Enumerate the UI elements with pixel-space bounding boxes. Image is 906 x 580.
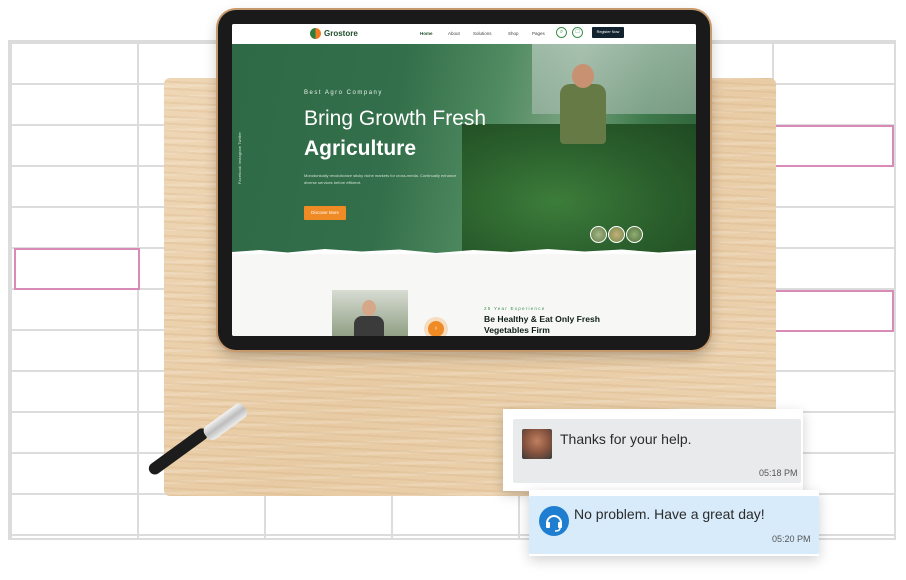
outgoing-bubble: No problem. Have a great day! 05:20 PM [529, 496, 819, 554]
discover-more-button[interactable]: Discover More [304, 206, 346, 220]
leaf-logo-icon [310, 28, 321, 39]
nav-item-home[interactable]: Home [420, 31, 433, 36]
person-figure [354, 316, 384, 336]
logo-text: Grostore [324, 29, 358, 38]
farmer-head [572, 64, 594, 88]
nav-item-shop[interactable]: Shop [508, 31, 519, 36]
person-face [362, 300, 376, 316]
social-links[interactable]: Facebook Instagram Twitter [238, 132, 242, 184]
nav-item-about[interactable]: About [448, 31, 460, 36]
hero-title-line1: Bring Growth Fresh [304, 107, 487, 130]
experience-label: 25 Year Experience [484, 306, 546, 311]
incoming-message-time: 05:18 PM [759, 468, 798, 478]
highlighted-cell [770, 290, 894, 332]
headset-icon [546, 515, 562, 532]
farmer-figure [560, 84, 606, 144]
chat-message-outgoing: No problem. Have a great day! 05:20 PM [529, 490, 819, 556]
search-icon[interactable]: ⌕ [556, 27, 567, 38]
cart-icon[interactable]: □ [572, 27, 583, 38]
hero-title-line2: Agriculture [304, 137, 417, 160]
site-logo[interactable]: Grostore [310, 28, 358, 39]
hero-eyebrow: Best Agro Company [304, 90, 383, 96]
hero-description: Monotonically revolutionize sticky niche… [304, 173, 457, 185]
play-video-button[interactable]: › [428, 321, 444, 336]
thumbnail[interactable] [608, 226, 625, 243]
register-button[interactable]: Register Now [592, 27, 624, 38]
about-section: › 25 Year Experience Be Healthy & Eat On… [232, 254, 696, 336]
nav-item-pages[interactable]: Pages [532, 31, 545, 36]
customer-avatar [522, 429, 552, 459]
incoming-bubble: Thanks for your help. 05:18 PM [513, 419, 801, 483]
hero-thumbnails [590, 226, 643, 243]
outgoing-message-time: 05:20 PM [772, 534, 811, 544]
thumbnail[interactable] [626, 226, 643, 243]
incoming-message-text: Thanks for your help. [560, 431, 692, 447]
website-screen: Grostore Home About Solutions Shop Pages… [232, 24, 696, 336]
about-title: Be Healthy & Eat Only Fresh Vegetables F… [484, 314, 601, 335]
greenhouse-photo [332, 290, 408, 336]
hero-section: Facebook Instagram Twitter Best Agro Com… [232, 44, 696, 254]
highlighted-cell [14, 248, 140, 290]
outgoing-message-text: No problem. Have a great day! [574, 506, 765, 522]
hero-sky [532, 44, 696, 114]
site-navbar: Grostore Home About Solutions Shop Pages… [232, 24, 696, 44]
thumbnail[interactable] [590, 226, 607, 243]
highlighted-cell [770, 125, 894, 167]
chat-message-incoming: Thanks for your help. 05:18 PM [503, 409, 803, 491]
nav-item-solutions[interactable]: Solutions [473, 31, 492, 36]
hero-title: Bring Growth Fresh Agriculture [304, 104, 486, 164]
support-agent-avatar [539, 506, 569, 536]
tablet-device: Grostore Home About Solutions Shop Pages… [218, 10, 710, 350]
